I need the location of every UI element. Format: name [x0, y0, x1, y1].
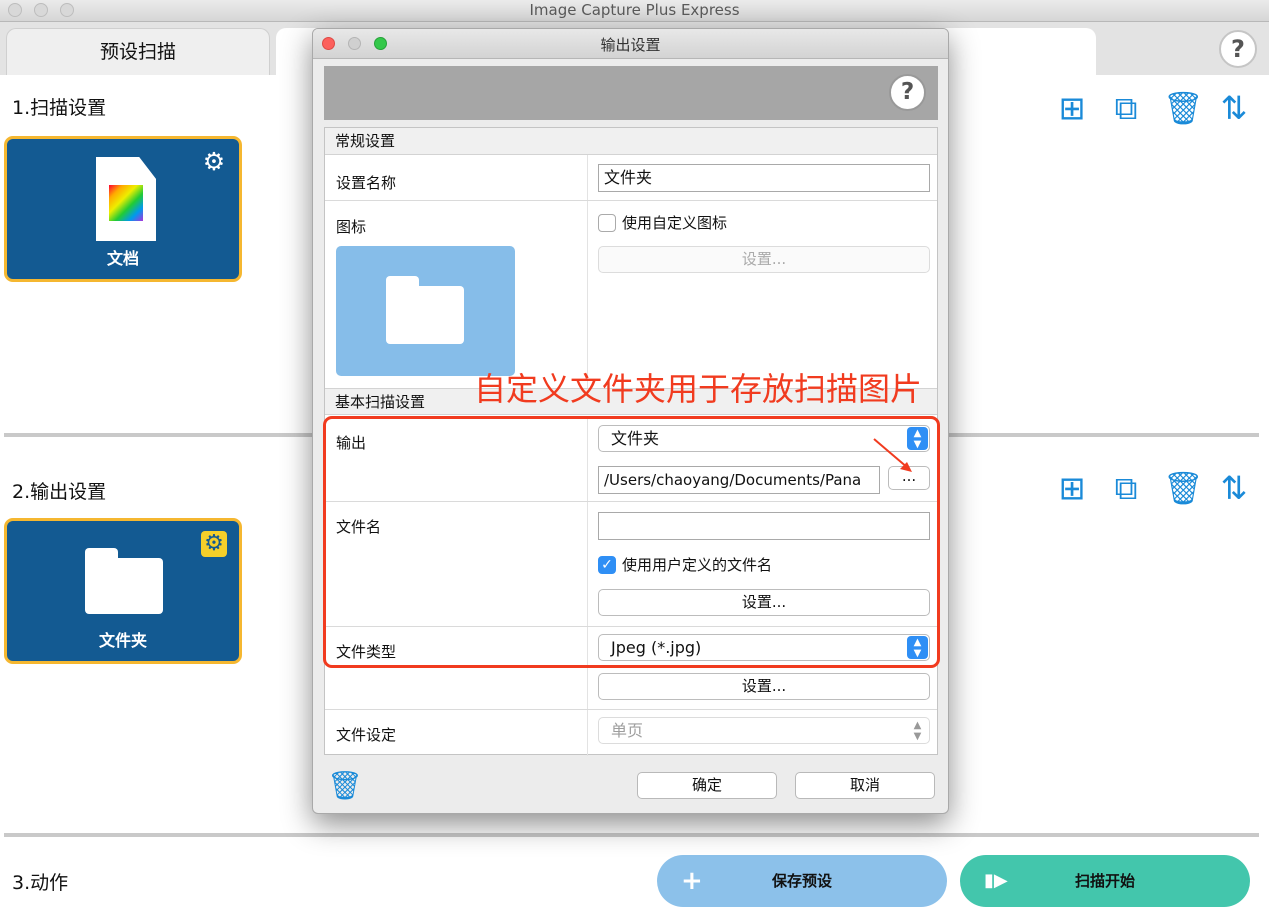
annotation-arrow-icon: [873, 438, 912, 472]
filetype-settings-button[interactable]: 设置...: [598, 673, 930, 700]
custom-icon-checkbox[interactable]: [598, 213, 616, 232]
sort-icon[interactable]: ⇅: [1217, 87, 1251, 129]
chevron-updown-icon: ▲ ▼: [907, 636, 928, 659]
filetype-label: 文件类型: [336, 643, 397, 661]
add-icon[interactable]: ⊞: [1055, 467, 1089, 509]
general-settings-header: 常规设置: [325, 128, 937, 155]
folder-icon: [386, 276, 464, 344]
scan-toolbar: ⊞ ⧉ 🗑 ⇅: [1055, 87, 1251, 129]
scan-preset-name: 文档: [106, 249, 139, 268]
add-icon[interactable]: ⊞: [1055, 87, 1089, 129]
user-filename-checkbox-label: 使用用户定义的文件名: [622, 556, 773, 574]
ok-button[interactable]: 确定: [637, 772, 777, 799]
icon-label: 图标: [336, 218, 367, 236]
annotation-text: 自定义文件夹用于存放扫描图片: [474, 370, 923, 408]
help-icon[interactable]: ?: [1219, 30, 1257, 68]
duplicate-icon[interactable]: ⧉: [1109, 87, 1143, 129]
scan-preset-card[interactable]: ⚙ 文档: [4, 136, 242, 282]
duplicate-icon[interactable]: ⧉: [1109, 467, 1143, 509]
custom-icon-checkbox-row[interactable]: 使用自定义图标: [598, 212, 727, 233]
dialog-banner: ?: [324, 66, 938, 120]
user-filename-checkbox[interactable]: ✓: [598, 555, 616, 574]
settings-panel: 常规设置 设置名称 文件夹 图标 使用自定义图标 设置... 基本扫描设置 输出…: [324, 127, 938, 756]
trash-icon[interactable]: 🗑: [1163, 87, 1204, 129]
filename-settings-button[interactable]: 设置...: [598, 589, 930, 616]
output-path-field[interactable]: /Users/chaoyang/Documents/Pana: [598, 466, 880, 494]
chevron-updown-icon: ▲ ▼: [913, 720, 922, 742]
save-preset-button[interactable]: + 保存预设: [657, 855, 947, 907]
section-output-settings-title: 2.输出设置: [12, 481, 107, 503]
section-action-title: 3.动作: [12, 872, 69, 894]
icon-preview: [336, 246, 515, 376]
sort-icon[interactable]: ⇅: [1217, 467, 1251, 509]
section-scan-settings-title: 1.扫描设置: [12, 97, 107, 119]
main-titlebar: Image Capture Plus Express: [0, 0, 1269, 22]
user-filename-checkbox-row[interactable]: ✓ 使用用户定义的文件名: [598, 554, 772, 575]
file-setting-select[interactable]: 单页 ▲ ▼: [598, 717, 930, 744]
setting-name-input[interactable]: 文件夹: [598, 164, 930, 192]
output-preset-name: 文件夹: [98, 631, 147, 650]
trash-icon[interactable]: 🗑: [327, 769, 363, 803]
cancel-button[interactable]: 取消: [795, 772, 935, 799]
dialog-titlebar: 输出设置: [313, 29, 948, 59]
dialog-title: 输出设置: [600, 36, 661, 54]
file-setting-label: 文件设定: [336, 726, 397, 744]
output-settings-dialog: 输出设置 ? 常规设置 设置名称 文件夹 图标 使用自定义图标 设置... 基本…: [312, 28, 949, 814]
tab-preset-scan[interactable]: 预设扫描: [6, 28, 270, 75]
trash-icon[interactable]: 🗑: [1163, 467, 1204, 509]
output-toolbar: ⊞ ⧉ 🗑 ⇅: [1055, 467, 1251, 509]
output-label: 输出: [336, 434, 367, 452]
window-title: Image Capture Plus Express: [529, 1, 740, 19]
filename-label: 文件名: [336, 518, 382, 536]
help-icon[interactable]: ?: [889, 74, 926, 111]
output-preset-card[interactable]: ⚙ 文件夹: [4, 518, 242, 664]
custom-icon-checkbox-label: 使用自定义图标: [622, 214, 728, 232]
gear-icon[interactable]: ⚙: [201, 531, 227, 557]
document-icon: [96, 157, 156, 241]
folder-icon: [85, 548, 163, 614]
filetype-select[interactable]: Jpeg (*.jpg) ▲ ▼: [598, 634, 930, 661]
icon-settings-button[interactable]: 设置...: [598, 246, 930, 273]
start-scan-button[interactable]: ▮▶ 扫描开始: [960, 855, 1250, 907]
filename-input[interactable]: [598, 512, 930, 540]
setting-name-label: 设置名称: [336, 174, 397, 192]
section-divider: [4, 833, 1259, 837]
gear-icon[interactable]: ⚙: [201, 149, 227, 175]
